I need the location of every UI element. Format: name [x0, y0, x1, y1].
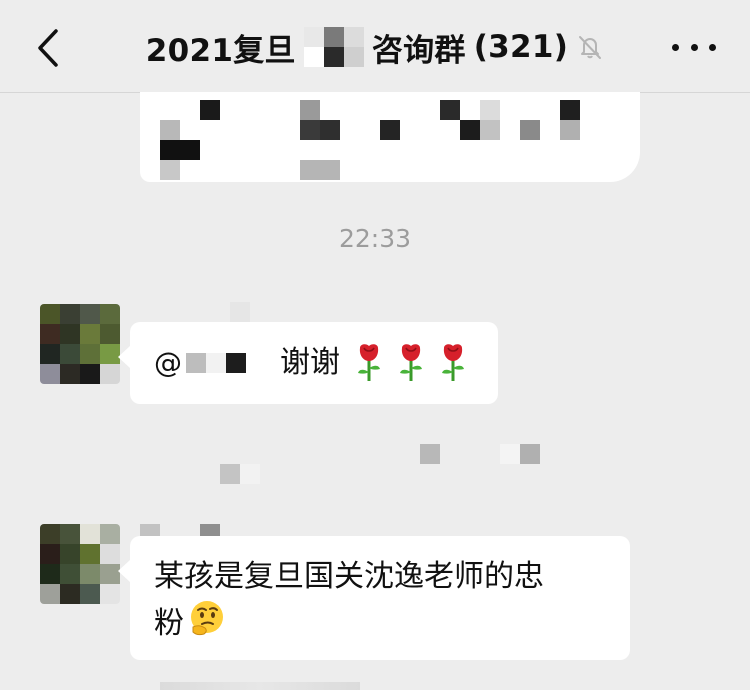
thinking-face-icon [187, 598, 227, 650]
chevron-left-icon [38, 29, 58, 67]
message-bubble[interactable]: 某孩是复旦国关沈逸老师的忠 粉 [118, 536, 630, 660]
rose-icon [394, 342, 428, 394]
rose-icon [352, 342, 386, 394]
redacted-pixels [220, 444, 540, 484]
muted-bell-icon [579, 36, 602, 59]
back-button[interactable] [28, 26, 68, 70]
message-text: 谢谢 [280, 345, 340, 380]
partially-visible-message [160, 682, 360, 690]
chat-header: 2021复旦 咨询群 (321) [0, 0, 750, 93]
member-count: (321) [473, 29, 569, 65]
group-name-suffix: 咨询群 [371, 32, 466, 69]
dot-icon [690, 43, 698, 51]
mention-redacted: @ [154, 342, 274, 384]
avatar[interactable] [40, 524, 120, 604]
rose-icon [436, 342, 470, 394]
dot-icon [709, 43, 716, 51]
message-text-line: 粉 [154, 606, 184, 641]
chat-title: 2021复旦 咨询群 (321) [120, 22, 630, 72]
redacted-name-pixels [303, 27, 364, 67]
avatar[interactable] [40, 304, 120, 384]
message-bubble[interactable]: @ 谢谢 [118, 322, 498, 404]
message-text-line: 某孩是复旦国关沈逸老师的忠 [154, 559, 544, 594]
more-options-button[interactable] [672, 30, 716, 64]
message-timestamp: 22:33 [338, 224, 412, 253]
dot-icon [672, 43, 679, 51]
redacted-message-pixels [160, 100, 580, 180]
sender-name-pixels [130, 302, 250, 322]
group-name-prefix: 2021复旦 [145, 32, 296, 69]
